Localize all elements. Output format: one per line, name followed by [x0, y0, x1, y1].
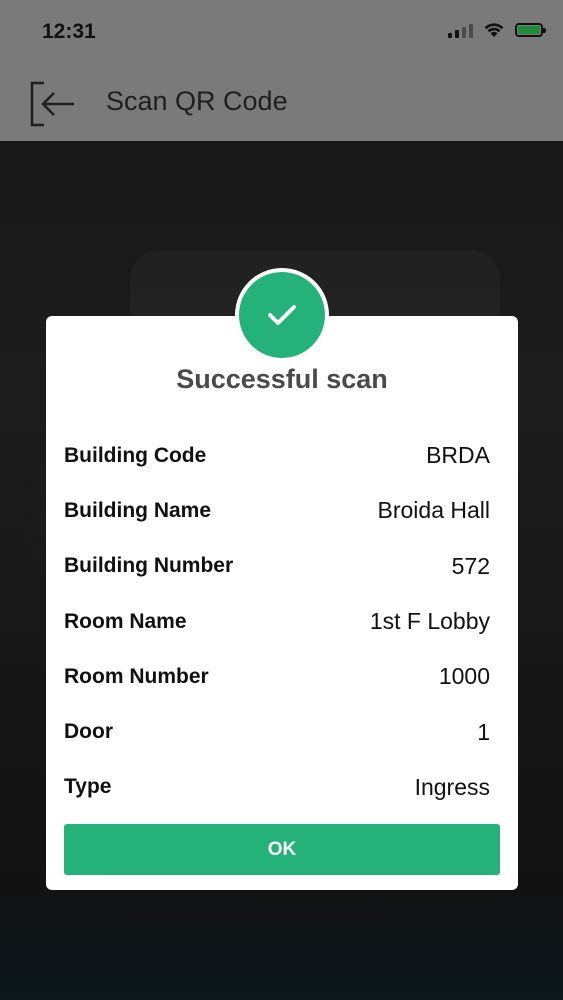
- detail-value: 1000: [438, 663, 490, 690]
- status-icons: [448, 22, 546, 38]
- detail-label: Room Number: [64, 664, 209, 688]
- scan-result-dialog: Successful scan Building Code BRDA Build…: [46, 316, 518, 890]
- detail-label: Building Code: [64, 443, 207, 467]
- status-bar: 12:31: [0, 0, 563, 64]
- dialog-title: Successful scan: [176, 364, 388, 394]
- scan-qr-screen: 12:31 Scan QR Code Successful scan Build…: [0, 0, 563, 1000]
- detail-value: Broida Hall: [377, 497, 491, 524]
- scan-details-list: Building Code BRDA Building Name Broida …: [64, 428, 490, 815]
- success-badge: [235, 268, 329, 362]
- checkmark-icon: [268, 305, 296, 325]
- detail-label: Door: [64, 720, 113, 744]
- detail-label: Type: [64, 775, 112, 799]
- detail-value: Ingress: [414, 773, 490, 800]
- status-time: 12:31: [42, 20, 96, 43]
- app-bar: Scan QR Code: [0, 64, 563, 141]
- ok-button[interactable]: OK: [64, 824, 500, 875]
- detail-label: Room Name: [64, 609, 187, 633]
- detail-row-type: Type Ingress: [64, 760, 490, 815]
- detail-row-room-name: Room Name 1st F Lobby: [64, 594, 490, 649]
- detail-value: BRDA: [426, 442, 490, 469]
- wifi-icon: [483, 22, 505, 38]
- detail-label: Building Name: [64, 498, 212, 522]
- battery-charging-icon: [515, 23, 546, 37]
- page-title: Scan QR Code: [106, 86, 288, 116]
- detail-row-room-number: Room Number 1000: [64, 649, 490, 704]
- detail-row-door: Door 1: [64, 704, 490, 759]
- detail-row-building-name: Building Name Broida Hall: [64, 483, 490, 538]
- detail-value: 1: [477, 718, 490, 745]
- detail-value: 572: [451, 552, 490, 579]
- detail-label: Building Number: [64, 554, 234, 578]
- camera-preview-bottom: [0, 890, 563, 1000]
- signal-icon: [448, 22, 473, 38]
- exit-arrow-icon[interactable]: [28, 80, 76, 128]
- detail-row-building-number: Building Number 572: [64, 539, 490, 594]
- detail-value: 1st F Lobby: [369, 608, 490, 635]
- detail-row-building-code: Building Code BRDA: [64, 428, 490, 483]
